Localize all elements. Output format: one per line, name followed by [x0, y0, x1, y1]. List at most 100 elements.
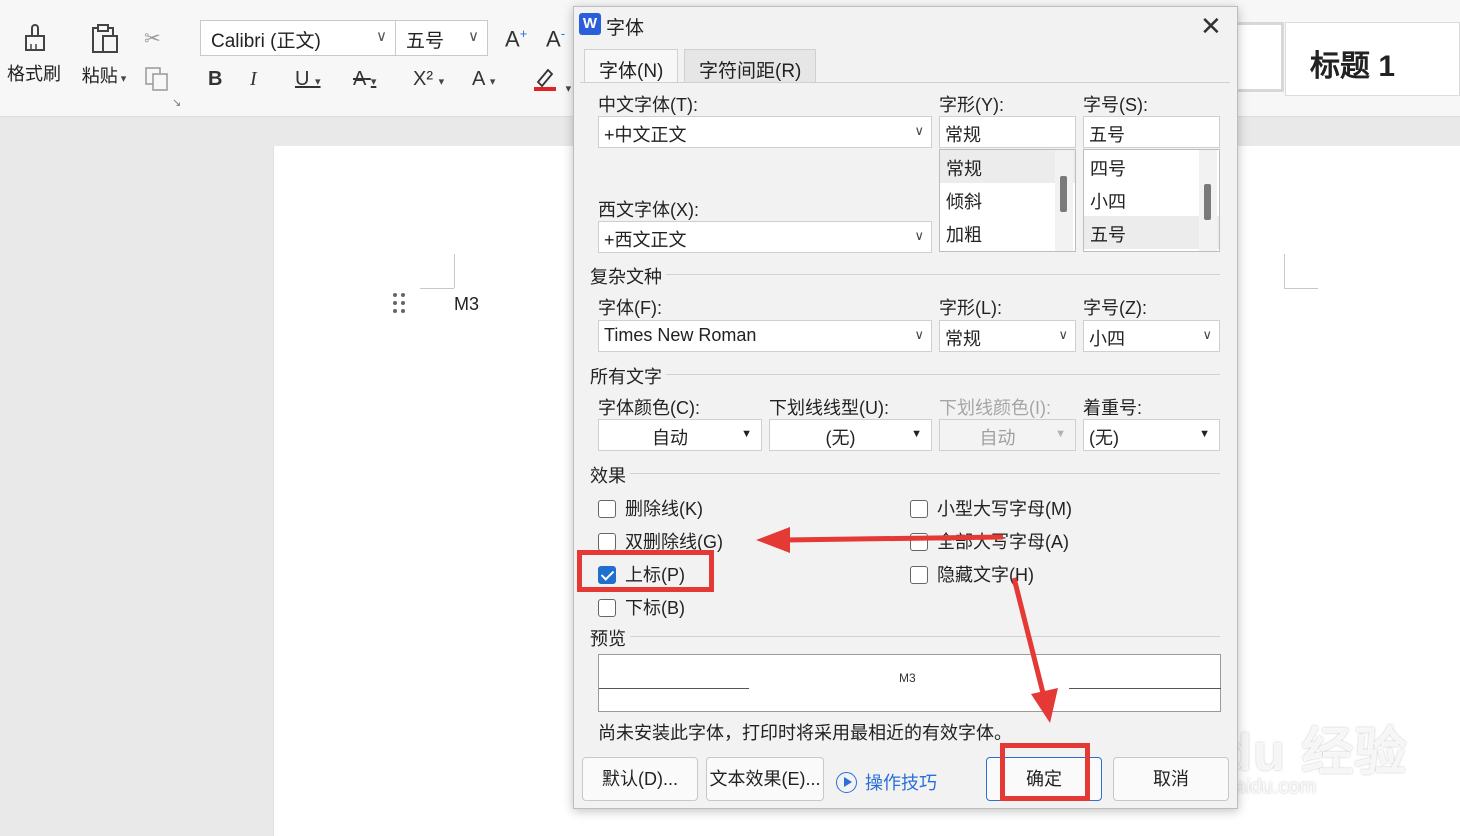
all-caps-checkbox[interactable]: 全部大写字母(A) [910, 528, 1069, 554]
complex-font-select[interactable]: Times New Roman ∨ [598, 320, 932, 352]
chevron-down-icon: ∨ [1202, 327, 1212, 342]
western-font-value: +西文正文 [604, 230, 687, 250]
small-caps-checkbox[interactable]: 小型大写字母(M) [910, 495, 1072, 521]
paste-button[interactable]: 粘贴 ▾ [76, 22, 132, 88]
size-input[interactable]: 五号 [1083, 116, 1220, 148]
western-font-select[interactable]: +西文正文 ∨ [598, 221, 932, 253]
text-effect-glyph: A [472, 68, 485, 90]
tips-label: 操作技巧 [865, 773, 937, 793]
tips-link[interactable]: 操作技巧 [836, 769, 937, 795]
emphasis-label: 着重号: [1083, 398, 1143, 418]
format-painter-button[interactable]: 格式刷 [6, 22, 62, 86]
font-dialog: W 字体 ✕ 字体(N) 字符间距(R) 中文字体(T): +中文正文 ∨ 西文… [573, 6, 1238, 809]
style-gallery-prev[interactable] [1236, 22, 1284, 92]
font-color-select[interactable]: 自动 ▼ [598, 419, 762, 451]
checkbox-box[interactable] [910, 533, 928, 551]
margin-mark [1284, 254, 1285, 288]
margin-mark [420, 288, 454, 289]
font-color-value: 自动 [652, 428, 688, 448]
chevron-down-icon: ∨ [468, 28, 479, 45]
tab-character-spacing[interactable]: 字符间距(R) [684, 49, 817, 83]
underline-type-select[interactable]: (无) ▼ [769, 419, 932, 451]
dropdown-arrow-icon: ▼ [911, 428, 922, 440]
font-name-value: Calibri (正文) [211, 31, 321, 52]
style-listbox[interactable]: 常规 倾斜 加粗 [939, 149, 1076, 252]
shrink-font-button[interactable]: A- [546, 26, 565, 52]
superscript-highlight-box [577, 550, 714, 592]
chevron-down-icon: ∨ [914, 123, 924, 138]
close-icon[interactable]: ✕ [1200, 11, 1222, 42]
complex-size-label: 字号(Z): [1083, 298, 1147, 318]
cancel-button[interactable]: 取消 [1113, 757, 1229, 801]
chevron-down-icon: ∨ [914, 327, 924, 342]
hidden-text-checkbox[interactable]: 隐藏文字(H) [910, 561, 1034, 587]
emphasis-select[interactable]: (无) ▼ [1083, 419, 1220, 451]
drag-handle-icon[interactable] [392, 292, 406, 314]
underline-type-label: 下划线线型(U): [769, 398, 889, 418]
ok-highlight-box [1000, 743, 1090, 801]
checkbox-box[interactable] [598, 500, 616, 518]
margin-mark [1284, 288, 1318, 289]
highlight-color-button[interactable]: ▾ [532, 64, 571, 98]
emphasis-value: (无) [1089, 428, 1119, 448]
grow-font-button[interactable]: A+ [505, 26, 527, 52]
complex-style-select[interactable]: 常规 ∨ [939, 320, 1076, 352]
dialog-title: 字体 [606, 18, 645, 39]
brush-icon [25, 24, 45, 51]
section-divider [590, 636, 1220, 637]
checkbox-label: 双删除线(G) [625, 532, 723, 552]
checkbox-box[interactable] [910, 500, 928, 518]
italic-button[interactable]: I [250, 68, 257, 91]
dropdown-arrow-icon: ▼ [741, 428, 752, 440]
style-heading-1[interactable]: 标题 1 [1285, 22, 1460, 96]
font-size-combobox[interactable]: 五号 ∨ [395, 20, 488, 56]
tab-font[interactable]: 字体(N) [584, 49, 679, 83]
scrollbar-thumb[interactable] [1204, 184, 1211, 220]
style-input[interactable]: 常规 [939, 116, 1076, 148]
strikethrough-checkbox[interactable]: 删除线(K) [598, 495, 703, 521]
complex-style-label: 字形(L): [939, 298, 1002, 318]
chinese-font-select[interactable]: +中文正文 ∨ [598, 116, 932, 148]
subscript-checkbox[interactable]: 下标(B) [598, 594, 685, 620]
chevron-down-icon: ∨ [914, 228, 924, 243]
complex-style-value: 常规 [945, 329, 981, 349]
scissors-icon[interactable]: ✂ [144, 26, 161, 51]
text-effects-button[interactable]: 文本效果(E)... [706, 757, 824, 801]
section-divider [590, 374, 1220, 375]
font-size-value: 五号 [406, 31, 445, 52]
copy-icon[interactable] [144, 66, 170, 98]
default-button[interactable]: 默认(D)... [582, 757, 698, 801]
clipboard-launcher-icon[interactable]: ↘ [172, 96, 181, 109]
preview-baseline [1069, 688, 1221, 689]
size-listbox[interactable]: 四号 小四 五号 [1083, 149, 1220, 252]
style-label: 字形(Y): [939, 95, 1004, 115]
text-effect-button[interactable]: A ▾ [472, 68, 495, 91]
preview-baseline [599, 688, 749, 689]
margin-mark [454, 254, 455, 288]
paste-label: 粘贴 [81, 66, 118, 86]
superscript-glyph: X² [413, 68, 433, 90]
style-heading-label: 标题 1 [1310, 50, 1396, 83]
wps-writer-icon: W [579, 13, 601, 35]
checkbox-box[interactable] [598, 533, 616, 551]
section-divider [590, 473, 1220, 474]
underline-button[interactable]: U ▾ [295, 68, 321, 91]
all-text-section-title: 所有文字 [590, 363, 666, 389]
checkbox-box[interactable] [598, 599, 616, 617]
dropdown-arrow-icon: ▼ [1199, 428, 1210, 440]
checkbox-box[interactable] [910, 566, 928, 584]
scrollbar-thumb[interactable] [1060, 176, 1067, 212]
chevron-down-icon: ∨ [1058, 327, 1068, 342]
document-text[interactable]: M3 [454, 294, 479, 315]
style-value: 常规 [945, 125, 981, 145]
complex-font-label: 字体(F): [598, 298, 662, 318]
strikethrough-button[interactable]: A ▾ [353, 68, 376, 91]
font-name-combobox[interactable]: Calibri (正文) ∨ [200, 20, 396, 56]
underline-color-label: 下划线颜色(I): [939, 398, 1051, 418]
complex-size-value: 小四 [1089, 329, 1125, 349]
western-font-label: 西文字体(X): [598, 200, 699, 220]
complex-size-select[interactable]: 小四 ∨ [1083, 320, 1220, 352]
bold-button[interactable]: B [208, 68, 222, 91]
chevron-down-icon: ∨ [376, 28, 387, 45]
superscript-button[interactable]: X² ▾ [413, 68, 444, 91]
